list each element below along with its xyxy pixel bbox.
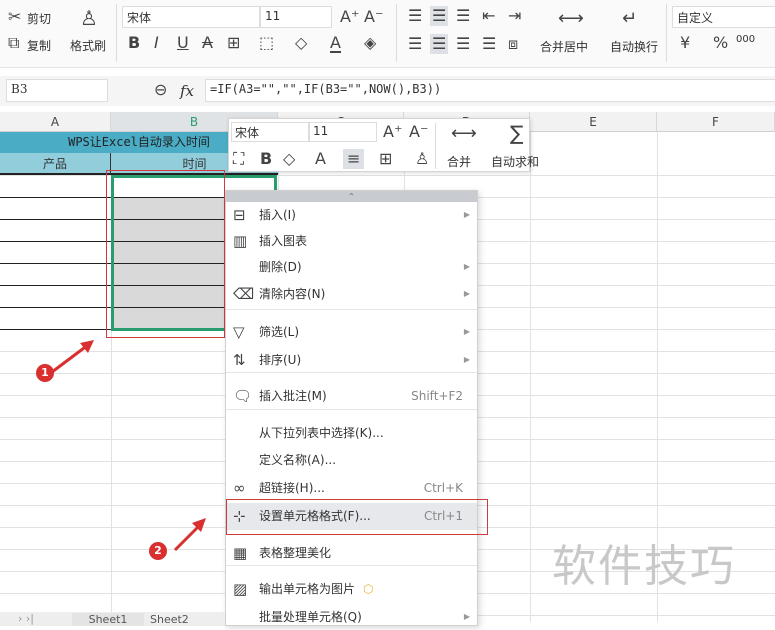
menu-item-label: 超链接(H)...: [259, 481, 325, 495]
premium-icon: ⬡: [363, 582, 374, 596]
sheet-tab-1[interactable]: Sheet1: [72, 613, 144, 626]
menu-shortcut: Ctrl+K: [423, 481, 463, 495]
tab-scroll-icon[interactable]: › ›|: [18, 612, 34, 625]
mini-toolbar: 宋体 11 A⁺ A⁻ ⛶ B ◇ A ≡ ⊞ ♙ ⟷ 合并 ∑ 自动求和: [228, 118, 539, 172]
menu-item-label: 清除内容(N): [259, 287, 326, 301]
sigma-icon: ∑: [510, 121, 524, 145]
menu-item[interactable]: 定义名称(A)...: [226, 447, 477, 473]
menu-item-label: 插入(I): [259, 208, 296, 222]
menu-item-label: 排序(U): [259, 353, 302, 367]
menu-item[interactable]: 🗨 插入批注(M) Shift+F2: [226, 383, 477, 409]
submenu-arrow-icon: ▶: [463, 327, 470, 336]
insert-icon: ⊟: [233, 206, 246, 224]
image-export-icon: ▨: [233, 580, 248, 598]
menu-item-label: 输出单元格为图片: [259, 582, 356, 596]
submenu-arrow-icon: ▶: [463, 355, 470, 364]
eraser-icon: ⌫: [233, 285, 255, 303]
mini-font-size[interactable]: 11: [309, 122, 377, 142]
menu-item[interactable]: 批量处理单元格(Q) ▶: [226, 604, 477, 630]
submenu-arrow-icon: ▶: [463, 262, 470, 271]
border-icon[interactable]: ⊞: [379, 151, 392, 167]
watermark: 软件技巧: [552, 541, 736, 592]
context-menu: ⌃ ⊟ 插入(I) ▶ ▥ 插入图表删除(D) ▶ ⌫ 清除内容(N) ▶ ▽ 筛选(L) ▶ ⇅ 排序(…: [225, 190, 488, 626]
menu-item[interactable]: ▨ 输出单元格为图片 ⬡: [226, 576, 477, 602]
menu-separator: [226, 309, 477, 310]
menu-item-label: 删除(D): [259, 260, 302, 274]
menu-item[interactable]: 从下拉列表中选择(K)...: [226, 420, 477, 446]
format-painter-icon[interactable]: ♙: [415, 151, 429, 167]
submenu-arrow-icon: ▶: [463, 612, 470, 621]
menu-shortcut: Shift+F2: [411, 389, 463, 403]
menu-item[interactable]: ⇅ 排序(U) ▶: [226, 347, 477, 373]
menu-item[interactable]: ⊟ 插入(I) ▶: [226, 202, 477, 228]
comment-icon: 🗨: [233, 387, 253, 405]
align-icon[interactable]: ≡: [343, 149, 365, 169]
submenu-arrow-icon: ▶: [463, 210, 470, 219]
menu-scroll-up[interactable]: ⌃: [226, 191, 477, 202]
link-icon: ∞: [233, 479, 246, 497]
menu-item-label: 插入批注(M): [259, 389, 327, 403]
bold-icon[interactable]: B: [260, 151, 272, 167]
menu-item-label: 表格整理美化: [259, 546, 332, 560]
menu-separator: [226, 409, 477, 410]
menu-item[interactable]: ▽ 筛选(L) ▶: [226, 319, 477, 345]
divider: [435, 123, 436, 169]
decrease-font-icon[interactable]: A⁻: [409, 124, 428, 140]
menu-item[interactable]: ⌫ 清除内容(N) ▶: [226, 281, 477, 307]
menu-item-label: 筛选(L): [259, 325, 300, 339]
annotation-box-2: [226, 499, 488, 535]
sheet-tab-2[interactable]: Sheet2: [150, 613, 189, 626]
menu-item-label: 从下拉列表中选择(K)...: [259, 426, 384, 440]
menu-item-label: 定义名称(A)...: [259, 453, 337, 467]
arrow-2: [173, 523, 202, 552]
mini-merge-button[interactable]: 合并: [447, 153, 471, 170]
submenu-arrow-icon: ▶: [463, 289, 470, 298]
step-badge-1: 1: [36, 364, 54, 382]
merge-icon: ⟷: [451, 123, 477, 144]
arrow-1: [51, 343, 89, 374]
increase-font-icon[interactable]: A⁺: [383, 124, 402, 140]
menu-item[interactable]: ▦ 表格整理美化: [226, 540, 477, 566]
mini-autosum-button[interactable]: 自动求和: [491, 153, 539, 170]
menu-item[interactable]: ▥ 插入图表: [226, 228, 477, 254]
menu-item-label: 插入图表: [259, 234, 308, 248]
beautify-icon: ▦: [233, 544, 248, 562]
filter-icon: ▽: [233, 323, 245, 341]
select-icon[interactable]: ⛶: [233, 151, 244, 167]
sheet-tab-bar: › ›| Sheet1 Sheet2: [0, 612, 225, 626]
menu-item[interactable]: ∞ 超链接(H)... Ctrl+K: [226, 475, 477, 501]
sort-icon: ⇅: [233, 351, 246, 369]
mini-font-name[interactable]: 宋体: [231, 122, 309, 142]
font-color-icon[interactable]: A: [315, 151, 326, 167]
menu-item[interactable]: 删除(D) ▶: [226, 254, 477, 280]
menu-item-label: 批量处理单元格(Q): [259, 610, 362, 624]
chart-icon: ▥: [233, 232, 248, 250]
step-badge-2: 2: [149, 542, 167, 560]
fill-color-icon[interactable]: ◇: [283, 151, 295, 167]
